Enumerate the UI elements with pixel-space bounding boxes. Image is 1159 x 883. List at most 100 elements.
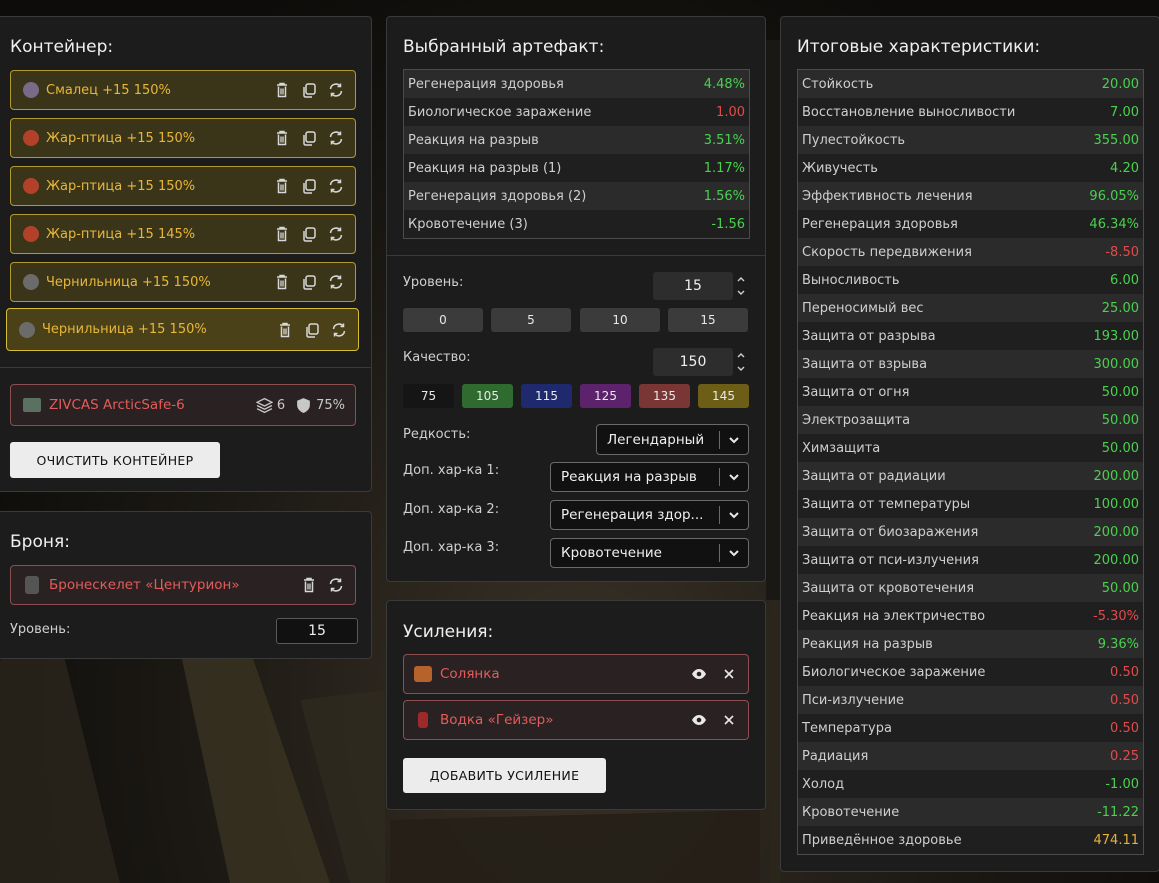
replace-icon[interactable] <box>327 576 345 594</box>
replace-icon[interactable] <box>327 129 345 147</box>
quality-preset-button[interactable]: 105 <box>462 384 513 408</box>
total-stat-name: Биологическое заражение <box>802 664 986 680</box>
quality-preset-button[interactable]: 145 <box>698 384 749 408</box>
extra2-label: Доп. хар-ка 2: <box>403 502 500 517</box>
clear-container-button[interactable]: ОЧИСТИТЬ КОНТЕЙНЕР <box>10 442 220 478</box>
replace-icon[interactable] <box>327 225 345 243</box>
delete-icon[interactable] <box>273 81 291 99</box>
container-item[interactable]: ZIVCAS ArcticSafe-6 6 75% <box>10 384 356 426</box>
delete-icon[interactable] <box>273 177 291 195</box>
stat-name: Регенерация здоровья (2) <box>408 188 587 204</box>
eye-icon[interactable] <box>690 665 708 683</box>
total-stat-name: Стойкость <box>802 76 874 92</box>
total-stat-name: Защита от кровотечения <box>802 580 975 596</box>
extra1-value: Реакция на разрыв <box>561 469 697 485</box>
slot-name: Жар-птица +15 150% <box>46 178 196 194</box>
extra3-select[interactable]: Кровотечение <box>550 538 749 568</box>
container-slot-selected[interactable]: Чернильница +15 150% <box>6 308 359 351</box>
quality-preset-button[interactable]: 125 <box>580 384 631 408</box>
level-preset-button[interactable]: 15 <box>668 308 748 332</box>
container-slot[interactable]: Жар-птица +15 150% <box>10 166 356 206</box>
quality-preset-button[interactable]: 75 <box>403 384 454 408</box>
copy-icon[interactable] <box>300 81 318 99</box>
total-stat-row: Холод -1.00 <box>798 770 1143 798</box>
close-icon[interactable] <box>720 665 738 683</box>
delete-icon[interactable] <box>300 576 318 594</box>
container-slot[interactable]: Жар-птица +15 150% <box>10 118 356 158</box>
level-input[interactable]: 15 <box>653 272 733 300</box>
quality-input[interactable]: 150 <box>653 348 733 376</box>
copy-icon[interactable] <box>300 225 318 243</box>
level-label: Уровень: <box>403 275 464 290</box>
divider <box>0 367 371 368</box>
copy-icon[interactable] <box>300 129 318 147</box>
shield-icon <box>297 397 310 413</box>
stat-name: Кровотечение (3) <box>408 216 528 232</box>
total-stat-row: Температура 0.50 <box>798 714 1143 742</box>
replace-icon[interactable] <box>330 321 348 339</box>
add-boost-button[interactable]: ДОБАВИТЬ УСИЛЕНИЕ <box>403 758 606 793</box>
stat-name: Реакция на разрыв (1) <box>408 160 562 176</box>
total-stat-value: 200.00 <box>1093 524 1140 540</box>
stat-row: Биологическое заражение 1.00 <box>404 98 749 126</box>
slot-name: Чернильница +15 150% <box>46 274 211 290</box>
boost-item[interactable]: Водка «Гейзер» <box>403 700 749 740</box>
delete-icon[interactable] <box>276 321 294 339</box>
quality-preset-button[interactable]: 135 <box>639 384 690 408</box>
total-stat-row: Переносимый вес 25.00 <box>798 294 1143 322</box>
chevron-down-icon <box>720 509 748 521</box>
total-stat-name: Приведённое здоровье <box>802 832 962 848</box>
total-stat-name: Защита от разрыва <box>802 328 936 344</box>
replace-icon[interactable] <box>327 177 345 195</box>
quality-spinner-icon[interactable] <box>736 349 750 375</box>
armor-title: Броня: <box>10 532 70 552</box>
close-icon[interactable] <box>720 711 738 729</box>
totals-stats-table: Стойкость 20.00 Восстановление выносливост… <box>797 69 1144 855</box>
zhar-ptitsa-artifact-icon <box>23 130 39 146</box>
total-stat-value: 200.00 <box>1093 552 1140 568</box>
stat-name: Биологическое заражение <box>408 104 592 120</box>
total-stat-row: Регенерация здоровья 46.34% <box>798 210 1143 238</box>
replace-icon[interactable] <box>327 81 345 99</box>
copy-icon[interactable] <box>303 321 321 339</box>
eye-icon[interactable] <box>690 711 708 729</box>
total-stat-value: 355.00 <box>1093 132 1140 148</box>
stat-value: 1.56% <box>703 188 745 204</box>
total-stat-value: 200.00 <box>1093 468 1140 484</box>
stat-value: 3.51% <box>703 132 745 148</box>
totals-title: Итоговые характеристики: <box>797 37 1041 57</box>
extra2-select[interactable]: Регенерация здор... <box>550 500 749 530</box>
copy-icon[interactable] <box>300 273 318 291</box>
level-preset-button[interactable]: 10 <box>580 308 660 332</box>
total-stat-row: Защита от разрыва 193.00 <box>798 322 1143 350</box>
rarity-select[interactable]: Легендарный <box>596 424 749 455</box>
container-slot[interactable]: Чернильница +15 150% <box>10 262 356 302</box>
stat-value: -1.56 <box>711 216 745 232</box>
level-spinner-icon[interactable] <box>736 273 750 299</box>
total-stat-row: Приведённое здоровье 474.11 <box>798 826 1143 854</box>
replace-icon[interactable] <box>327 273 345 291</box>
total-stat-value: 50.00 <box>1101 580 1139 596</box>
total-stat-name: Холод <box>802 776 845 792</box>
total-stat-value: 300.00 <box>1093 356 1140 372</box>
delete-icon[interactable] <box>273 273 291 291</box>
delete-icon[interactable] <box>273 225 291 243</box>
quality-preset-button[interactable]: 115 <box>521 384 572 408</box>
level-preset-button[interactable]: 0 <box>403 308 483 332</box>
armor-name: Бронескелет «Центурион» <box>49 577 240 593</box>
container-slot[interactable]: Смалец +15 150% <box>10 70 356 110</box>
total-stat-name: Защита от взрыва <box>802 356 928 372</box>
total-stat-value: 20.00 <box>1101 76 1139 92</box>
extra1-select[interactable]: Реакция на разрыв <box>550 462 749 492</box>
level-preset-button[interactable]: 5 <box>491 308 571 332</box>
total-stat-value: 50.00 <box>1101 384 1139 400</box>
total-stat-row: Кровотечение -11.22 <box>798 798 1143 826</box>
container-slot[interactable]: Жар-птица +15 145% <box>10 214 356 254</box>
armor-level-input[interactable]: 15 <box>276 618 358 644</box>
boost-item[interactable]: Солянка <box>403 654 749 694</box>
total-stat-row: Скорость передвижения -8.50 <box>798 238 1143 266</box>
armor-item[interactable]: Бронескелет «Центурион» <box>10 565 356 605</box>
copy-icon[interactable] <box>300 177 318 195</box>
total-stat-name: Электрозащита <box>802 412 911 428</box>
delete-icon[interactable] <box>273 129 291 147</box>
